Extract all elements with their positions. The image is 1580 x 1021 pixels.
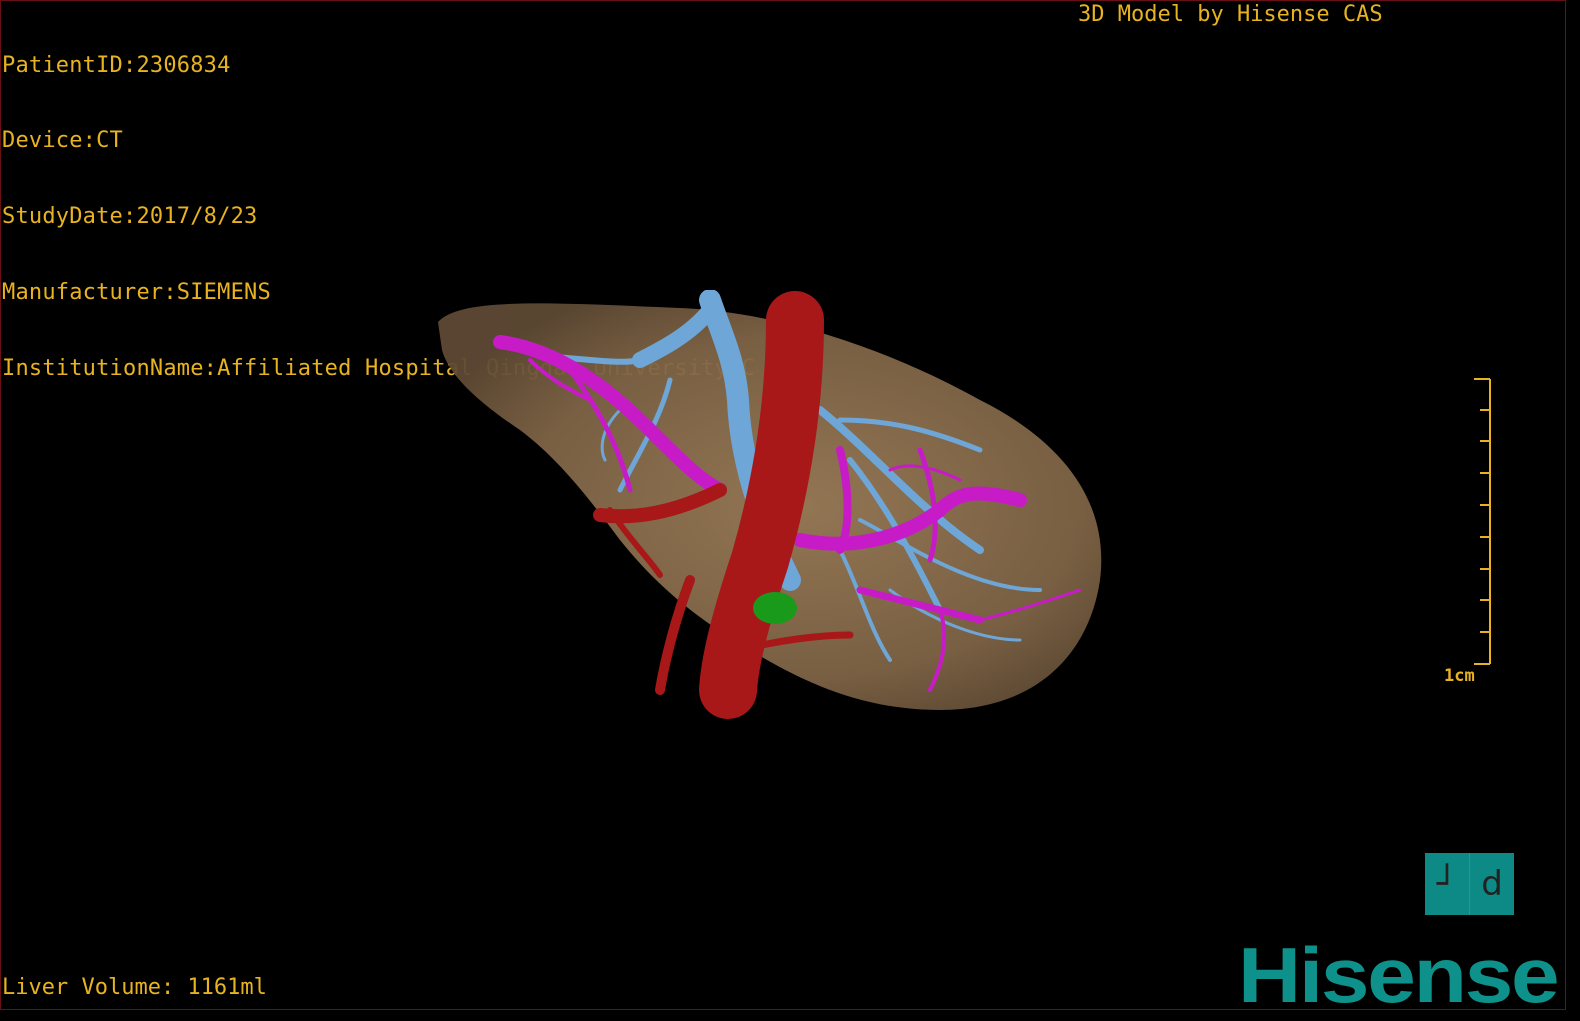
hisense-logo: Hisense (1238, 931, 1560, 1019)
orientation-right-glyph[interactable]: d (1470, 853, 1514, 915)
patient-id-text: PatientID:2306834 (2, 52, 231, 78)
orientation-left-glyph[interactable]: ┘ (1425, 853, 1470, 915)
model-credit-text: 3D Model by Hisense CAS (1078, 2, 1383, 27)
liver-volume-text: Liver Volume: 1161ml (2, 975, 267, 1000)
device-text: Device:CT (2, 128, 124, 154)
study-date-text: StudyDate:2017/8/23 (2, 204, 258, 230)
scale-bar-label: 1cm (1444, 666, 1475, 686)
liver-3d-model-viewport[interactable] (420, 290, 1120, 720)
gallbladder (753, 592, 797, 624)
scale-bar (1474, 378, 1491, 665)
orientation-widget[interactable]: ┘ d (1425, 853, 1514, 915)
